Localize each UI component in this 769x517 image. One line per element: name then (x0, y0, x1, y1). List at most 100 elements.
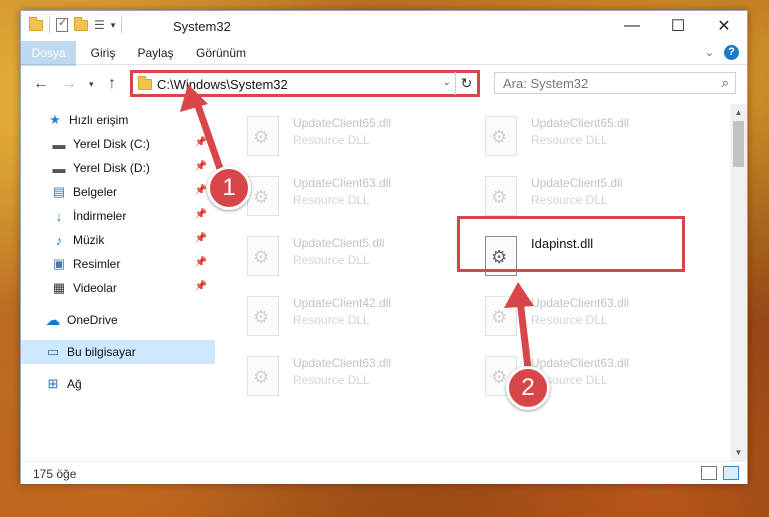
nav-label: Resimler (73, 257, 121, 271)
refresh-icon[interactable]: ↻ (455, 72, 477, 95)
list-view-icon[interactable]: ☰ (94, 18, 105, 32)
file-description: Resource DLL (293, 133, 370, 147)
file-description: Resource DLL (293, 193, 370, 207)
dll-file-icon (247, 236, 279, 276)
tab-paylas[interactable]: Paylaş (133, 41, 178, 65)
nav-quick-access[interactable]: ★ Hızlı erişim (21, 108, 215, 132)
large-icons-view-icon[interactable] (723, 466, 739, 480)
search-input[interactable]: Ara: System32 ⌕ (494, 72, 736, 94)
details-view-icon[interactable] (701, 466, 717, 480)
file-item[interactable]: UpdateClient63.dll Resource DLL (247, 354, 477, 408)
nav-local-disk-c[interactable]: ▬ Yerel Disk (C:) 📌 (21, 132, 215, 156)
pin-icon: 📌 (194, 257, 207, 268)
chevron-down-icon[interactable]: ⌄ (443, 77, 451, 88)
up-arrow-icon[interactable]: ↑ (108, 75, 116, 93)
maximize-button[interactable]: ☐ (655, 11, 701, 41)
nav-label: İndirmeler (73, 209, 127, 223)
nav-onedrive[interactable]: ☁ OneDrive (21, 308, 215, 332)
quick-access-toolbar: ☰ ▾ (29, 16, 123, 33)
item-count: 175 öğe (33, 467, 77, 481)
scroll-down-icon[interactable]: ▼ (730, 444, 747, 461)
minimize-button[interactable]: — (609, 11, 655, 41)
nav-label: Hızlı erişim (69, 113, 129, 127)
onedrive-icon: ☁ (45, 312, 61, 329)
folder-icon (138, 76, 152, 90)
dll-file-icon (247, 296, 279, 336)
expand-ribbon-icon[interactable]: ⌄ (705, 46, 714, 59)
back-arrow-icon[interactable]: ← (33, 75, 49, 93)
file-description: Resource DLL (293, 373, 370, 387)
ribbon-tabs: Dosya Giriş Paylaş Görünüm ⌄ ? (21, 41, 747, 95)
address-path[interactable]: C:\Windows\System32 (157, 77, 288, 92)
nav-label: Bu bilgisayar (67, 345, 136, 359)
file-item[interactable]: UpdateClient63.dll Resource DLL (247, 174, 477, 228)
scroll-up-icon[interactable]: ▲ (730, 104, 747, 121)
file-name: UpdateClient42.dll (293, 296, 392, 310)
scroll-thumb[interactable] (733, 121, 744, 167)
drive-icon: ▬ (52, 160, 66, 176)
dll-file-icon (485, 296, 517, 336)
nav-label: Ağ (67, 377, 82, 391)
file-list: UpdateClient65.dll Resource DLL UpdateCl… (217, 104, 733, 461)
target-file-highlight (457, 216, 685, 272)
file-description: Resource DLL (293, 313, 370, 327)
nav-label: OneDrive (67, 313, 118, 327)
drive-icon: ▬ (52, 136, 66, 152)
nav-network[interactable]: ⊞ Ağ (21, 372, 215, 396)
nav-label: Videolar (73, 281, 117, 295)
file-name: UpdateClient65.dll (531, 116, 630, 130)
nav-pictures[interactable]: ▣ Resimler 📌 (21, 252, 215, 276)
computer-icon: ▭ (46, 344, 60, 359)
tab-gorunum[interactable]: Görünüm (191, 41, 251, 65)
nav-this-pc[interactable]: ▭ Bu bilgisayar (21, 340, 215, 364)
pin-icon: 📌 (194, 209, 207, 220)
step-1-badge: 1 (207, 166, 251, 210)
file-name: UpdateClient63.dll (293, 356, 392, 370)
nav-downloads[interactable]: ↓ İndirmeler 📌 (21, 204, 215, 228)
new-folder-icon[interactable] (74, 16, 88, 31)
address-bar[interactable]: C:\Windows\System32 ⌄ ↻ (130, 70, 480, 97)
file-description: Resource DLL (531, 193, 608, 207)
pin-icon: 📌 (194, 137, 207, 148)
nav-music[interactable]: ♪ Müzik 📌 (21, 228, 215, 252)
address-row: ← → ▾ ↑ C:\Windows\System32 ⌄ ↻ Ara: Sys… (21, 66, 747, 102)
file-item[interactable]: UpdateClient42.dll Resource DLL (247, 294, 477, 348)
close-button[interactable]: ✕ (701, 11, 747, 41)
nav-label: Belgeler (73, 185, 118, 199)
pin-icon: 📌 (194, 185, 207, 196)
file-item[interactable]: UpdateClient65.dll Resource DLL (485, 114, 715, 168)
vertical-scrollbar[interactable]: ▲ ▼ (730, 104, 747, 461)
network-icon: ⊞ (47, 376, 59, 391)
forward-arrow-icon[interactable]: → (61, 75, 77, 93)
dll-file-icon (485, 176, 517, 216)
file-description: Resource DLL (531, 313, 608, 327)
file-item[interactable]: UpdateClient63.dll Resource DLL (485, 294, 715, 348)
file-item[interactable]: UpdateClient5.dll Resource DLL (247, 234, 477, 288)
file-item[interactable]: UpdateClient65.dll Resource DLL (247, 114, 477, 168)
window-title: System32 (173, 19, 231, 34)
nav-label: Yerel Disk (C:) (73, 137, 150, 151)
file-description: Resource DLL (293, 253, 370, 267)
nav-documents[interactable]: ▤ Belgeler 📌 (21, 180, 215, 204)
title-bar: ☰ ▾ System32 — ☐ ✕ (21, 11, 747, 41)
step-2-badge: 2 (506, 366, 550, 410)
pin-icon: 📌 (194, 233, 207, 244)
documents-icon: ▤ (52, 184, 66, 199)
qa-customize-dropdown-icon[interactable]: ▾ (111, 20, 116, 31)
dll-file-icon (247, 356, 279, 396)
search-icon[interactable]: ⌕ (722, 75, 729, 91)
star-icon: ★ (49, 112, 61, 127)
file-name: UpdateClient63.dll (531, 356, 630, 370)
help-icon[interactable]: ? (724, 45, 739, 60)
properties-icon[interactable] (56, 16, 68, 32)
videos-icon: ▦ (52, 280, 66, 295)
nav-videos[interactable]: ▦ Videolar 📌 (21, 276, 215, 300)
music-icon: ♪ (55, 232, 63, 248)
tab-giris[interactable]: Giriş (83, 41, 123, 65)
file-name: UpdateClient63.dll (293, 176, 392, 190)
nav-local-disk-d[interactable]: ▬ Yerel Disk (D:) 📌 (21, 156, 215, 180)
recent-dropdown-icon[interactable]: ▾ (89, 79, 94, 90)
file-description: Resource DLL (531, 133, 608, 147)
pin-icon: 📌 (194, 161, 207, 172)
dll-file-icon (247, 116, 279, 156)
